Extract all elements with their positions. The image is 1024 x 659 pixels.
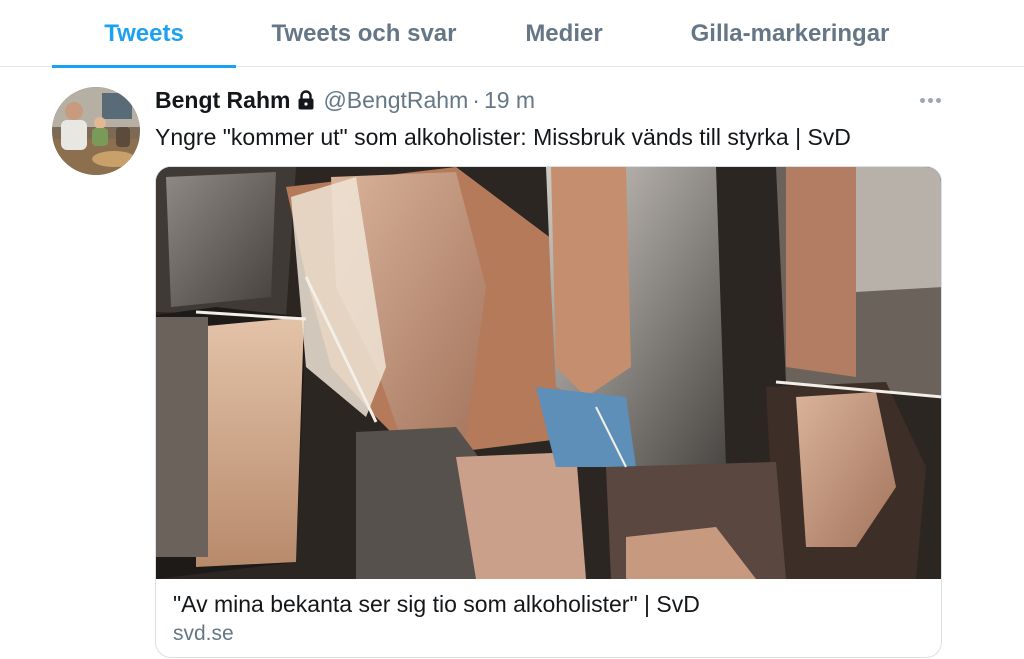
tab-media-label: Medier	[525, 19, 603, 47]
avatar-photo	[52, 87, 140, 175]
lock-icon	[297, 89, 315, 111]
link-card[interactable]: "Av mina bekanta ser sig tio som alkohol…	[155, 166, 942, 658]
tab-tweets-label: Tweets	[104, 19, 184, 47]
link-card-title: "Av mina bekanta ser sig tio som alkohol…	[173, 591, 700, 617]
tweet-timestamp[interactable]: 19 m	[484, 87, 535, 114]
avatar[interactable]	[52, 87, 140, 175]
tweet-header: Bengt Rahm @BengtRahm · 19 m	[155, 84, 535, 116]
tab-tweets[interactable]: Tweets	[52, 0, 236, 68]
tab-tweets-and-replies-label: Tweets och svar	[271, 19, 457, 47]
tab-media[interactable]: Medier	[500, 0, 628, 67]
link-card-domain: svd.se	[173, 622, 234, 645]
separator-dot: ·	[472, 86, 480, 113]
active-tab-indicator	[52, 65, 236, 68]
profile-tabs: Tweets Tweets och svar Medier Gilla-mark…	[0, 0, 1024, 68]
more-options-icon[interactable]	[914, 88, 946, 112]
tweet-text: Yngre "kommer ut" som alkoholister: Miss…	[155, 124, 851, 150]
profile-timeline: Tweets Tweets och svar Medier Gilla-mark…	[0, 0, 1024, 659]
tab-tweets-and-replies[interactable]: Tweets och svar	[250, 0, 478, 67]
collage-image	[156, 167, 941, 579]
display-name[interactable]: Bengt Rahm	[155, 87, 290, 114]
user-handle[interactable]: @BengtRahm	[323, 87, 468, 114]
tab-likes[interactable]: Gilla-markeringar	[668, 0, 912, 67]
tab-likes-label: Gilla-markeringar	[690, 19, 890, 47]
